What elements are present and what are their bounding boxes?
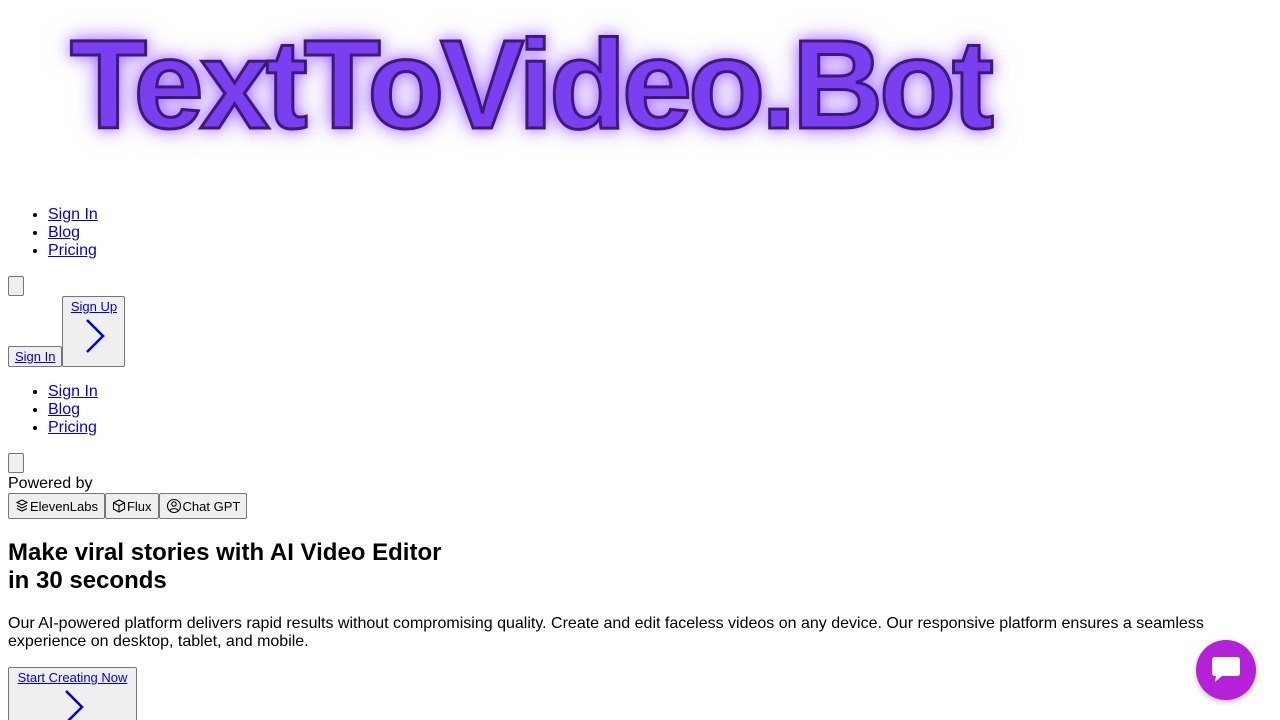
nav-item: Pricing (48, 419, 1272, 437)
nav-link-blog[interactable]: Blog (48, 224, 80, 241)
elevenlabs-button[interactable]: ElevenLabs (8, 493, 105, 519)
chevron-right-icon (64, 690, 84, 720)
nav-link-sign-in[interactable]: Sign In (48, 206, 98, 223)
sign-up-button[interactable]: Sign Up (62, 296, 126, 367)
nav-link-sign-in-2[interactable]: Sign In (48, 383, 98, 400)
partner-label: Chat GPT (182, 498, 241, 514)
primary-nav: Sign In Blog Pricing (8, 206, 1272, 260)
nav-item: Sign In (48, 383, 1272, 401)
flux-button[interactable]: Flux (104, 493, 159, 519)
partner-buttons: ElevenLabs Flux Chat GPT (8, 493, 1272, 519)
hero-title-line1: Make viral stories with AI Video Editor (8, 539, 442, 566)
partner-label: Flux (126, 498, 152, 514)
chat-icon (1212, 657, 1240, 682)
chat-gpt-button[interactable]: Chat GPT (158, 493, 248, 519)
secondary-nav: Sign In Blog Pricing (8, 383, 1272, 437)
logo-banner[interactable]: TextToVideo.Bot (8, 0, 1272, 190)
nav-link-pricing-2[interactable]: Pricing (48, 419, 97, 436)
partner-label: ElevenLabs (30, 498, 98, 514)
hero-title-line2: in 30 seconds (8, 567, 167, 594)
powered-by-label: Powered by (8, 475, 93, 492)
nav-item: Pricing (48, 242, 1272, 260)
menu-toggle-button[interactable] (8, 276, 24, 296)
auth-buttons: Sign In Sign Up (8, 296, 1272, 367)
openai-icon (166, 498, 181, 514)
nav-link-pricing[interactable]: Pricing (48, 242, 97, 259)
nav-item: Blog (48, 401, 1272, 419)
menu-toggle-button-2[interactable] (8, 453, 24, 473)
nav-link-blog-2[interactable]: Blog (48, 401, 80, 418)
elevenlabs-icon (15, 499, 29, 512)
hero-description: Our AI-powered platform delivers rapid r… (8, 615, 1204, 650)
sign-in-button[interactable]: Sign In (8, 346, 63, 367)
start-creating-label: Start Creating Now (17, 670, 128, 685)
chat-widget-button[interactable] (1196, 640, 1256, 700)
start-creating-button[interactable]: Start Creating Now (8, 667, 137, 720)
hero-title: Make viral stories with AI Video Editor … (8, 539, 448, 595)
nav-item: Blog (48, 224, 1272, 242)
sign-up-label: Sign Up (70, 299, 118, 314)
nav-item: Sign In (48, 206, 1272, 224)
chevron-right-icon (86, 319, 105, 353)
cube-icon (112, 499, 126, 513)
logo-text: TextToVideo.Bot (68, 14, 995, 155)
